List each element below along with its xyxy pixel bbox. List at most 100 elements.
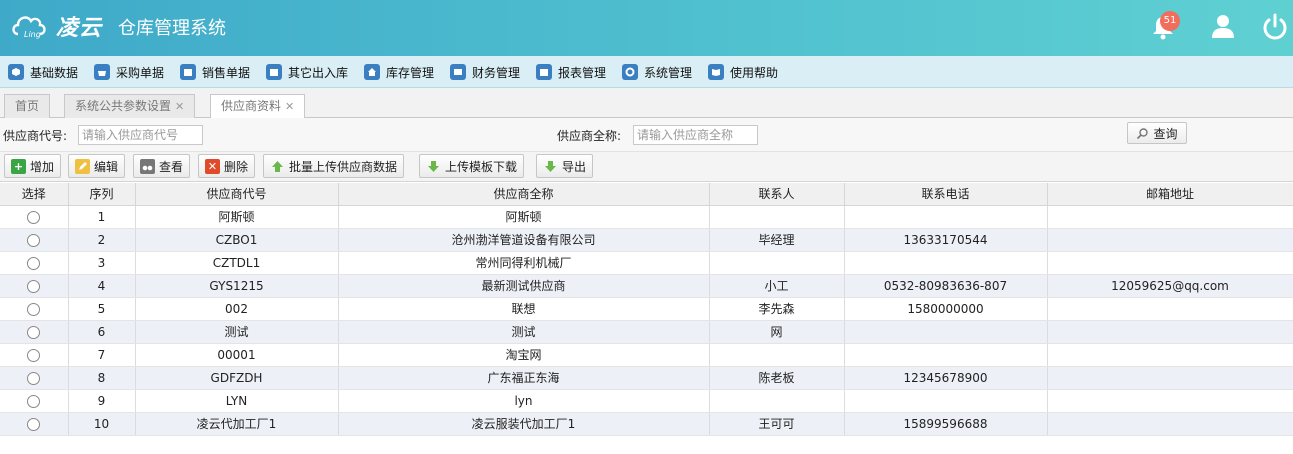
table-row[interactable]: 9 LYN lyn — [0, 389, 1293, 413]
table-row[interactable]: 2 CZBO1 沧州渤洋管道设备有限公司 毕经理 13633170544 — [0, 228, 1293, 252]
menu-item-sales[interactable]: 销售单据 — [180, 62, 250, 82]
col-phone[interactable]: 联系电话 — [844, 183, 1048, 206]
table-row[interactable]: 1 阿斯顿 阿斯顿 — [0, 205, 1293, 229]
row-radio[interactable] — [27, 417, 41, 431]
menu-item-purchase[interactable]: 采购单据 — [94, 62, 164, 82]
email-cell — [1047, 366, 1293, 390]
seq-cell: 5 — [68, 297, 136, 321]
query-button[interactable]: 查询 — [1127, 122, 1187, 144]
view-button[interactable]: 查看 — [133, 154, 191, 178]
menu-item-basic-data[interactable]: 基础数据 — [8, 62, 78, 82]
plus-icon: + — [11, 158, 26, 174]
table-row[interactable]: 4 GYS1215 最新测试供应商 小工 0532-80983636-807 120596… — [0, 274, 1293, 298]
supplier-name-input[interactable] — [633, 125, 758, 145]
menu-item-other-io[interactable]: 其它出入库 — [266, 62, 348, 82]
row-radio[interactable] — [27, 233, 41, 247]
contact-cell: 陈老板 — [709, 366, 845, 390]
svg-text:Ling: Ling — [24, 30, 41, 39]
menu-item-help[interactable]: 使用帮助 — [708, 62, 778, 82]
main-menu: 基础数据 采购单据 销售单据 其它出入库 库存管理 财务管理 报表管理 系统管理… — [0, 56, 1293, 88]
email-cell — [1047, 251, 1293, 275]
contact-cell: 网 — [709, 320, 845, 344]
arrow-down-icon — [543, 159, 558, 174]
action-toolbar: + 增加 编辑 查看 ✕ 删除 批量上传供应商数据 上传模板下载 导出 — [0, 152, 1293, 182]
batch-upload-label: 批量上传供应商数据 — [289, 159, 398, 174]
supplier-name-cell: lyn — [338, 389, 710, 413]
select-cell — [0, 412, 69, 436]
view-label: 查看 — [159, 159, 184, 174]
table-row[interactable]: 7 00001 淘宝网 — [0, 343, 1293, 367]
supplier-code-input[interactable] — [78, 125, 203, 145]
menu-item-system[interactable]: 系统管理 — [622, 62, 692, 82]
tab-label: 系统公共参数设置 — [75, 99, 172, 113]
table-row[interactable]: 6 测试 测试网 — [0, 320, 1293, 344]
export-button[interactable]: 导出 — [536, 154, 594, 178]
select-cell — [0, 228, 69, 252]
table-row[interactable]: 5 002 联想 李先森 1580000000 — [0, 297, 1293, 321]
email-cell: 12059625@qq.com — [1047, 274, 1293, 298]
notification-badge: 51 — [1160, 11, 1180, 31]
pencil-icon — [75, 158, 90, 174]
seq-cell: 10 — [68, 412, 136, 436]
email-cell — [1047, 343, 1293, 367]
select-cell — [0, 343, 69, 367]
batch-upload-button[interactable]: 批量上传供应商数据 — [263, 154, 405, 178]
row-radio[interactable] — [27, 256, 41, 270]
row-radio[interactable] — [27, 394, 41, 408]
supplier-code-label: 供应商代号: — [3, 129, 68, 143]
card-icon — [450, 64, 466, 80]
row-radio[interactable] — [27, 348, 41, 362]
supplier-code-cell: 凌云代加工厂1 — [135, 412, 339, 436]
table-row[interactable]: 8 GDFZDH 广东福正东海 陈老板 12345678900 — [0, 366, 1293, 390]
table-row[interactable]: 10 凌云代加工厂1 凌云服装代加工厂1 王可可 15899596688 — [0, 412, 1293, 436]
row-radio[interactable] — [27, 302, 41, 316]
menu-item-finance[interactable]: 财务管理 — [450, 62, 520, 82]
phone-cell: 15899596688 — [844, 412, 1048, 436]
row-radio[interactable] — [27, 279, 41, 293]
col-email[interactable]: 邮箱地址 — [1047, 183, 1293, 206]
contact-cell — [709, 389, 845, 413]
phone-cell: 1580000000 — [844, 297, 1048, 321]
col-contact[interactable]: 联系人 — [709, 183, 845, 206]
table-row[interactable]: 3 CZTDL1 常州同得利机械厂 — [0, 251, 1293, 275]
tab-system-params[interactable]: 系统公共参数设置 ✕ — [64, 94, 196, 118]
supplier-code-cell: CZTDL1 — [135, 251, 339, 275]
menu-label: 基础数据 — [30, 65, 79, 80]
tab-home[interactable]: 首页 — [4, 94, 51, 118]
add-button[interactable]: + 增加 — [4, 154, 62, 178]
tab-supplier-info[interactable]: 供应商资料 ✕ — [210, 94, 306, 119]
delete-button[interactable]: ✕ 删除 — [198, 154, 256, 178]
app-header: Ling 凌云 仓库管理系统 51 — [0, 0, 1293, 56]
basket-icon — [94, 64, 110, 80]
tab-label: 首页 — [15, 99, 40, 113]
user-icon[interactable] — [1208, 12, 1238, 42]
col-select: 选择 — [0, 183, 69, 206]
col-supplier-name[interactable]: 供应商全称 — [338, 183, 710, 206]
supplier-name-cell: 沧州渤洋管道设备有限公司 — [338, 228, 710, 252]
contact-cell — [709, 343, 845, 367]
calendar-icon — [536, 64, 552, 80]
power-icon[interactable] — [1260, 12, 1290, 42]
col-supplier-code[interactable]: 供应商代号 — [135, 183, 339, 206]
row-radio[interactable] — [27, 371, 41, 385]
supplier-code-cell: LYN — [135, 389, 339, 413]
email-cell — [1047, 412, 1293, 436]
col-seq[interactable]: 序列 — [68, 183, 136, 206]
cloud-logo-icon: Ling — [12, 16, 46, 39]
row-radio[interactable] — [27, 210, 41, 224]
close-icon[interactable]: ✕ — [175, 100, 184, 113]
edit-button[interactable]: 编辑 — [68, 154, 126, 178]
phone-cell: 0532-80983636-807 — [844, 274, 1048, 298]
email-cell — [1047, 297, 1293, 321]
email-cell — [1047, 205, 1293, 229]
phone-cell — [844, 320, 1048, 344]
menu-item-reports[interactable]: 报表管理 — [536, 62, 606, 82]
row-radio[interactable] — [27, 325, 41, 339]
brand-name: 凌云 — [56, 16, 103, 41]
select-cell — [0, 274, 69, 298]
menu-item-inventory[interactable]: 库存管理 — [364, 62, 434, 82]
calendar-icon — [266, 64, 282, 80]
template-download-button[interactable]: 上传模板下载 — [419, 154, 525, 178]
close-icon[interactable]: ✕ — [285, 100, 294, 113]
supplier-name-cell: 广东福正东海 — [338, 366, 710, 390]
